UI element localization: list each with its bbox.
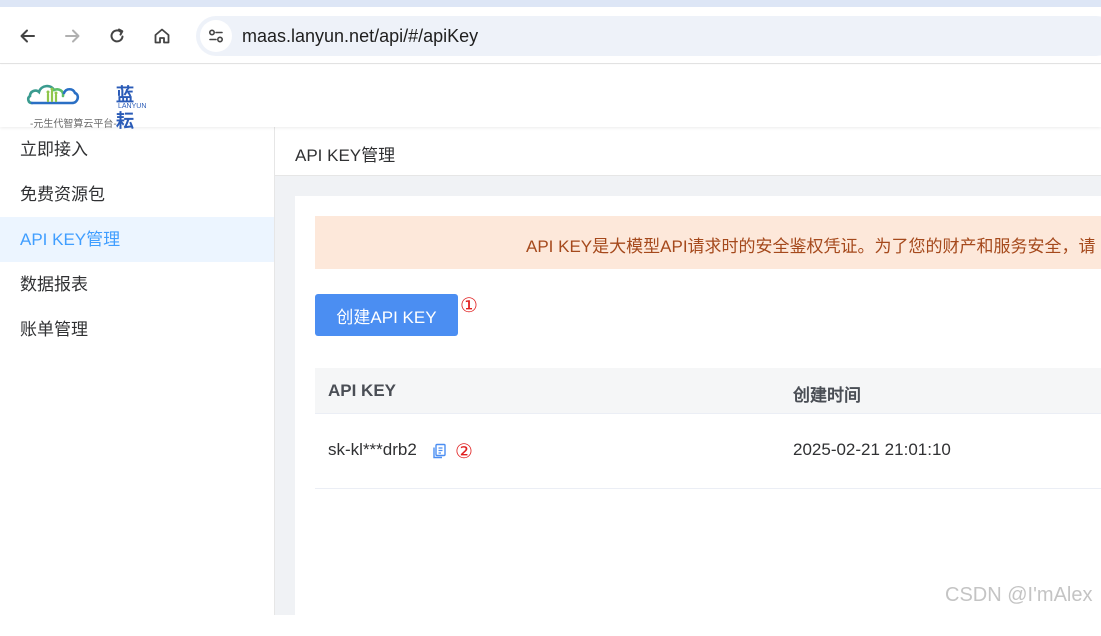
page-title: API KEY管理 <box>295 146 396 165</box>
main-content: API KEY管理 API KEY是大模型API请求时的安全鉴权凭证。为了您的财… <box>275 127 1101 636</box>
sidebar-item-reports[interactable]: 数据报表 <box>0 262 274 307</box>
browser-top-strip <box>0 0 1101 7</box>
csdn-watermark: CSDN @I'mAlex <box>945 584 1093 606</box>
arrow-right-icon <box>65 29 80 43</box>
created-at-value: 2025-02-21 21:01:10 <box>793 440 951 459</box>
api-key-panel: API KEY是大模型API请求时的安全鉴权凭证。为了您的财产和服务安全，请 创… <box>295 196 1101 636</box>
brand-name-en: LANYUN <box>118 103 147 110</box>
cloud-logo-icon <box>26 84 80 105</box>
address-bar[interactable]: maas.lanyun.net/api/#/apiKey <box>196 16 1101 56</box>
sidebar-item-quick-access[interactable]: 立即接入 <box>0 127 274 172</box>
home-button[interactable] <box>147 21 177 51</box>
annotation-marker-2: ② <box>455 439 473 463</box>
notice-text: API KEY是大模型API请求时的安全鉴权凭证。为了您的财产和服务安全，请 <box>526 237 1096 256</box>
reload-icon <box>110 28 124 43</box>
copy-icon[interactable] <box>431 443 447 459</box>
url-text[interactable]: maas.lanyun.net/api/#/apiKey <box>242 26 478 47</box>
table-row: sk-kl***drb2 ② 2025-02-21 21:01:10 <box>315 414 1101 489</box>
create-api-key-button[interactable]: 创建API KEY <box>315 294 458 336</box>
column-header-api-key: API KEY <box>328 381 397 400</box>
sidebar: 立即接入 免费资源包 API KEY管理 数据报表 账单管理 <box>0 127 275 615</box>
sidebar-item-billing[interactable]: 账单管理 <box>0 307 274 352</box>
browser-toolbar: maas.lanyun.net/api/#/apiKey <box>0 7 1101 64</box>
reload-button[interactable] <box>102 21 132 51</box>
site-info-button[interactable] <box>200 20 232 52</box>
app-header: 蓝耘 LANYUN -元生代智算云平台- <box>0 65 1101 131</box>
column-header-created-at: 创建时间 <box>793 386 861 405</box>
forward-button[interactable] <box>57 21 87 51</box>
brand-tagline: -元生代智算云平台- <box>30 119 117 130</box>
sidebar-item-api-key[interactable]: API KEY管理 <box>0 217 274 262</box>
api-key-value: sk-kl***drb2 <box>328 440 417 459</box>
home-icon <box>154 28 170 44</box>
api-key-table: API KEY 创建时间 sk-kl***drb2 ② 2025-02-21 2… <box>315 368 1101 489</box>
security-notice: API KEY是大模型API请求时的安全鉴权凭证。为了您的财产和服务安全，请 <box>315 216 1101 269</box>
sidebar-item-free-resources[interactable]: 免费资源包 <box>0 172 274 217</box>
content-header: API KEY管理 <box>275 127 1101 176</box>
back-button[interactable] <box>13 21 43 51</box>
lanyun-logo[interactable]: 蓝耘 LANYUN -元生代智算云平台- <box>26 73 146 131</box>
site-settings-icon <box>208 29 224 43</box>
arrow-left-icon <box>20 29 35 43</box>
table-header: API KEY 创建时间 <box>315 368 1101 414</box>
annotation-marker-1: ① <box>460 293 478 317</box>
